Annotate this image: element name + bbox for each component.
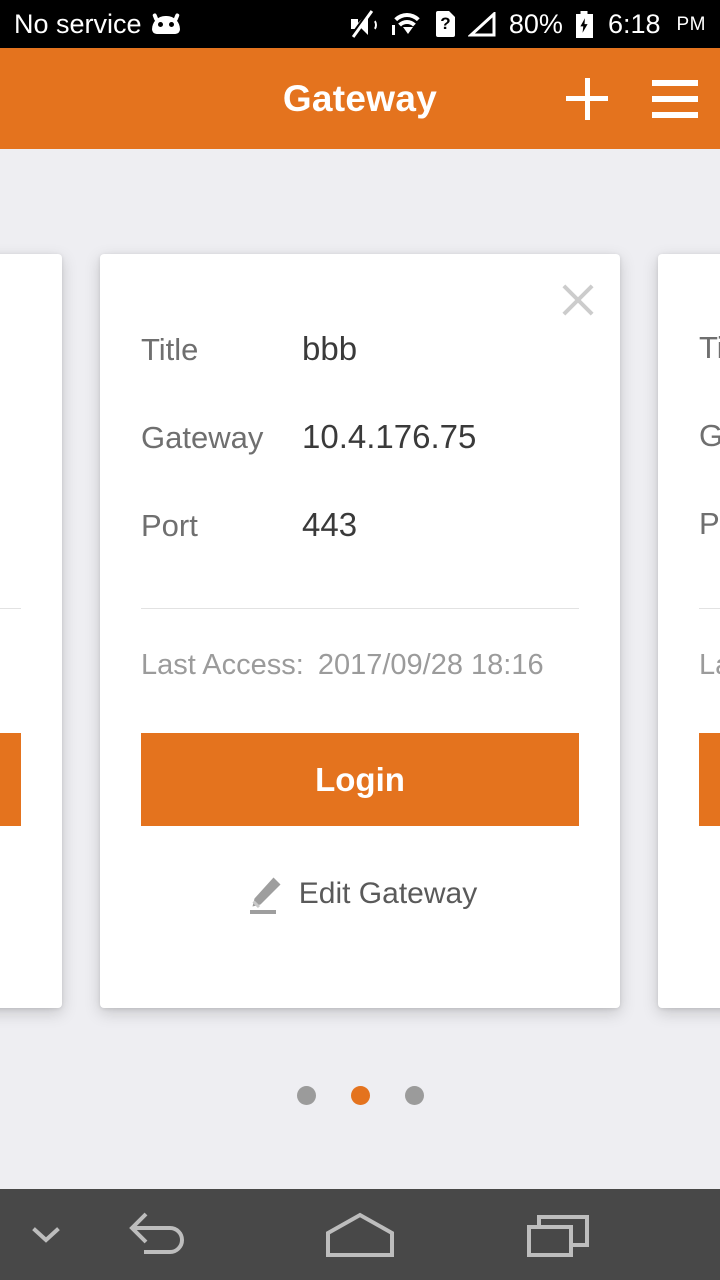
field-row-gateway: Gateway 10.4.176.75 [141, 420, 579, 508]
status-bar-right: ? 80% 6:18 PM [348, 10, 706, 38]
sim-card-missing-icon: ? [435, 11, 455, 37]
hamburger-menu-icon[interactable] [652, 79, 698, 118]
page-dot-1[interactable] [296, 1086, 316, 1105]
field-row-port: Port 443 [141, 508, 579, 596]
last-access-row: Last Access: [699, 651, 720, 680]
status-bar-left: No service [14, 8, 180, 39]
last-access-label: Last Access: [699, 649, 720, 681]
divider [699, 608, 720, 609]
chevron-down-icon[interactable] [16, 1205, 76, 1265]
cell-signal-icon [467, 11, 496, 37]
pencil-icon [243, 872, 287, 916]
divider [141, 608, 579, 609]
last-access-row: Last Access: 2017/09/28 18:16 [141, 651, 579, 680]
login-button[interactable] [699, 733, 720, 826]
last-access-value: 2017/09/28 18:16 [317, 649, 544, 681]
carousel-page-indicator [0, 1086, 720, 1105]
field-row: Title [699, 332, 720, 420]
battery-percent-label: 80% [508, 8, 563, 39]
carrier-label: No service [14, 8, 142, 39]
gateway-card-body: Title bbb Gateway 10.4.176.75 Port 443 L… [100, 254, 620, 916]
field-value-title: bbb [302, 330, 358, 367]
gateway-card-body: Title Gateway Port Last Access: [658, 254, 720, 826]
plus-icon[interactable] [564, 76, 610, 122]
clock-ampm-label: PM [676, 13, 706, 35]
field-label-gateway: Gateway [699, 418, 720, 453]
volume-muted-icon [348, 10, 378, 38]
back-arrow-icon[interactable] [120, 1200, 204, 1270]
clock-time-label: 6:18 [607, 8, 661, 39]
edit-gateway-label: Edit Gateway [298, 877, 478, 910]
wifi-icon [388, 12, 425, 37]
field-label-port: Port [141, 508, 198, 543]
field-value-gateway: 10.4.176.75 [302, 418, 477, 455]
field-row: Gateway [699, 420, 720, 508]
page-dot-3[interactable] [404, 1086, 424, 1105]
field-label-port: Port [699, 506, 720, 541]
login-button[interactable] [0, 733, 21, 826]
field-row: Port [699, 508, 720, 596]
last-access-label: Last Access: [141, 649, 304, 681]
field-label-gateway: Gateway [141, 420, 264, 455]
android-head-icon [151, 12, 180, 34]
home-icon[interactable] [318, 1200, 402, 1270]
field-row: Port [0, 508, 21, 596]
battery-charging-icon [575, 10, 593, 38]
field-row: Title [0, 332, 21, 420]
status-bar: No service ? 80% 6:18 PM [0, 0, 720, 48]
gateway-carousel[interactable]: Title Gateway Port Last Access: [0, 149, 720, 1189]
gateway-card-active[interactable]: Title bbb Gateway 10.4.176.75 Port 443 L… [100, 254, 620, 1008]
sim-question-glyph: ? [440, 14, 451, 33]
android-navigation-bar [0, 1189, 720, 1280]
recent-apps-icon[interactable] [516, 1200, 600, 1270]
field-label-title: Title [699, 330, 720, 365]
phone-screen: No service ? 80% 6:18 PM Gateway Title b… [0, 0, 720, 1280]
divider [0, 608, 21, 609]
field-label-title: Title [141, 332, 199, 367]
edit-gateway-button[interactable]: Edit Gateway [141, 872, 579, 916]
page-dot-2[interactable] [350, 1086, 370, 1105]
last-access-row: Last Access: [0, 651, 21, 680]
field-value-port: 443 [302, 506, 358, 543]
field-row-title: Title bbb [141, 332, 579, 420]
gateway-card-next[interactable]: Title Gateway Port Last Access: [658, 254, 720, 1008]
gateway-card-previous[interactable]: Title Gateway Port Last Access: [0, 254, 62, 1008]
gateway-card-body: Title Gateway Port Last Access: [0, 254, 62, 826]
login-button[interactable]: Login [141, 733, 579, 826]
app-bar: Gateway [0, 48, 720, 149]
field-row: Gateway [0, 420, 21, 508]
app-bar-actions [564, 76, 698, 122]
